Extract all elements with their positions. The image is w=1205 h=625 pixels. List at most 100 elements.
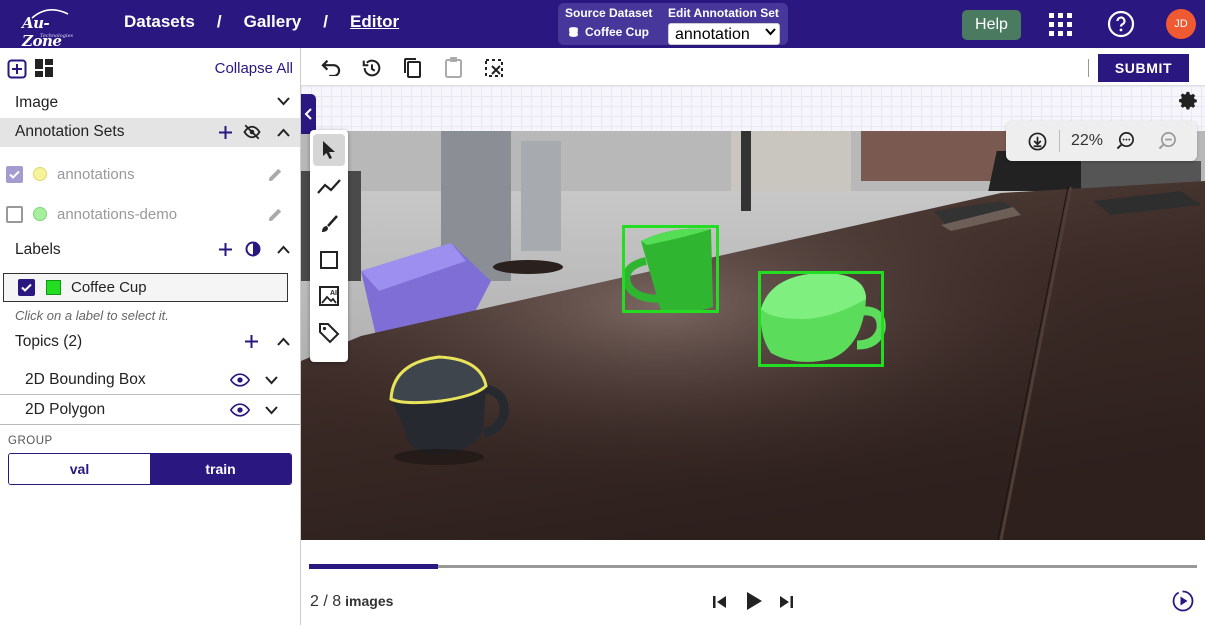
annotation-sets-header: Annotation Sets bbox=[0, 118, 300, 147]
au-zone-logo[interactable]: Au-Zone Technologies bbox=[18, 6, 82, 50]
chevron-down-icon[interactable] bbox=[265, 376, 278, 385]
polyline-icon bbox=[317, 179, 341, 194]
label-checkbox[interactable] bbox=[18, 279, 35, 296]
submit-button[interactable]: SUBMIT bbox=[1098, 54, 1189, 82]
deselect-icon[interactable] bbox=[484, 58, 504, 78]
logo-subtext: Technologies bbox=[40, 33, 74, 39]
sidebar-collapse-tab[interactable] bbox=[301, 94, 316, 134]
annotation-set-color bbox=[33, 207, 47, 221]
chevron-up-icon[interactable] bbox=[277, 245, 290, 254]
collapse-all-link[interactable]: Collapse All bbox=[215, 60, 293, 77]
topic-item[interactable]: 2D Polygon bbox=[0, 395, 300, 425]
paste-icon[interactable] bbox=[444, 56, 463, 78]
breadcrumb-separator: / bbox=[323, 12, 328, 31]
dashboard-icon[interactable] bbox=[35, 59, 53, 77]
breadcrumb-editor[interactable]: Editor bbox=[350, 12, 399, 32]
brush-icon bbox=[322, 215, 338, 232]
zoom-in-icon[interactable] bbox=[1116, 131, 1135, 150]
zoom-level: 22% bbox=[1071, 132, 1104, 149]
annotation-set-item[interactable]: annotations bbox=[0, 156, 300, 192]
copy-icon[interactable] bbox=[402, 57, 422, 79]
zoom-divider bbox=[1059, 130, 1060, 152]
group-option-train[interactable]: train bbox=[150, 454, 291, 484]
breadcrumb-datasets[interactable]: Datasets bbox=[124, 12, 195, 32]
pencil-icon[interactable] bbox=[267, 166, 284, 183]
breadcrumb-separator: / bbox=[216, 12, 222, 31]
drawing-tools: AI bbox=[310, 130, 348, 362]
image-section-header[interactable]: Image bbox=[0, 90, 300, 116]
plus-icon[interactable] bbox=[244, 334, 259, 349]
photo-scene bbox=[301, 131, 1205, 540]
labels-title: Labels bbox=[15, 241, 61, 258]
label-color-swatch bbox=[46, 280, 61, 295]
source-dataset-value: Coffee Cup bbox=[567, 25, 649, 39]
rectangle-tool[interactable] bbox=[313, 244, 345, 276]
polyline-tool[interactable] bbox=[313, 171, 345, 203]
skip-next-icon[interactable] bbox=[778, 594, 794, 610]
progress-fill bbox=[309, 564, 438, 569]
autoplay-icon[interactable] bbox=[1172, 590, 1194, 612]
group-option-val[interactable]: val bbox=[9, 454, 150, 484]
annotation-set-item[interactable]: annotations-demo bbox=[0, 196, 300, 232]
image-counter-value: 2 / 8 bbox=[310, 593, 342, 610]
check-icon bbox=[21, 283, 32, 292]
gear-icon[interactable] bbox=[1178, 91, 1198, 111]
eye-off-icon[interactable] bbox=[243, 123, 261, 141]
labels-section-header: Labels bbox=[0, 236, 300, 262]
label-item-coffee-cup[interactable]: Coffee Cup bbox=[3, 273, 288, 302]
skip-previous-icon[interactable] bbox=[712, 594, 728, 610]
database-icon bbox=[569, 26, 578, 37]
plus-icon[interactable] bbox=[218, 242, 233, 257]
select-tool[interactable] bbox=[313, 134, 345, 166]
topics-title: Topics (2) bbox=[15, 333, 83, 350]
labels-hint: Click on a label to select it. bbox=[15, 308, 169, 323]
topics-section-header: Topics (2) bbox=[0, 328, 300, 354]
brush-tool[interactable] bbox=[313, 208, 345, 240]
breadcrumb-gallery[interactable]: Gallery bbox=[244, 12, 302, 32]
pencil-icon[interactable] bbox=[267, 206, 284, 223]
chevron-down-icon[interactable] bbox=[277, 97, 290, 106]
user-avatar[interactable]: JD bbox=[1166, 9, 1196, 39]
contrast-icon[interactable] bbox=[245, 241, 261, 257]
rectangle-icon bbox=[320, 251, 338, 269]
zoom-panel: 22% bbox=[1006, 121, 1197, 161]
progress-track[interactable] bbox=[309, 564, 1197, 569]
image-navigator: 2 / 8 images bbox=[301, 540, 1205, 625]
zoom-out-icon[interactable] bbox=[1158, 131, 1177, 150]
apps-icon[interactable] bbox=[1049, 13, 1072, 36]
chevron-up-icon[interactable] bbox=[277, 128, 290, 137]
eye-icon[interactable] bbox=[230, 373, 250, 387]
chevron-left-icon bbox=[304, 108, 312, 120]
help-circle-icon[interactable] bbox=[1107, 10, 1135, 38]
annotation-set-checkbox[interactable] bbox=[6, 206, 23, 223]
help-button[interactable]: Help bbox=[962, 10, 1021, 40]
annotation-set-checkbox[interactable] bbox=[6, 166, 23, 183]
image-counter-unit: images bbox=[345, 593, 394, 609]
plus-icon[interactable] bbox=[218, 125, 233, 140]
chevron-down-icon[interactable] bbox=[265, 406, 278, 415]
topic-item[interactable]: 2D Bounding Box bbox=[0, 365, 300, 395]
ai-image-icon: AI bbox=[319, 286, 339, 306]
download-icon[interactable] bbox=[1028, 132, 1047, 151]
group-label: GROUP bbox=[8, 435, 53, 447]
annotation-set-select[interactable]: annotation bbox=[668, 23, 780, 45]
ai-image-tool[interactable]: AI bbox=[313, 280, 345, 312]
check-icon bbox=[9, 170, 20, 179]
add-box-icon[interactable] bbox=[7, 59, 27, 79]
logo-text: Au-Zone bbox=[22, 14, 62, 50]
topic-name: 2D Polygon bbox=[25, 401, 106, 418]
toolbar-divider bbox=[1088, 59, 1089, 77]
play-icon[interactable] bbox=[745, 591, 763, 611]
eye-icon[interactable] bbox=[230, 403, 250, 417]
tag-icon bbox=[319, 323, 340, 344]
chevron-up-icon[interactable] bbox=[277, 337, 290, 346]
history-icon[interactable] bbox=[361, 57, 383, 79]
undo-icon[interactable] bbox=[320, 58, 342, 76]
bounding-box[interactable] bbox=[622, 225, 719, 313]
annotated-image[interactable] bbox=[301, 131, 1205, 540]
annotation-set-name: annotations-demo bbox=[57, 206, 178, 223]
tag-tool[interactable] bbox=[313, 317, 345, 349]
group-toggle: val train bbox=[8, 453, 292, 485]
sidebar: Collapse All Image Annotation Sets annot… bbox=[0, 48, 301, 625]
bounding-box[interactable] bbox=[758, 271, 884, 367]
